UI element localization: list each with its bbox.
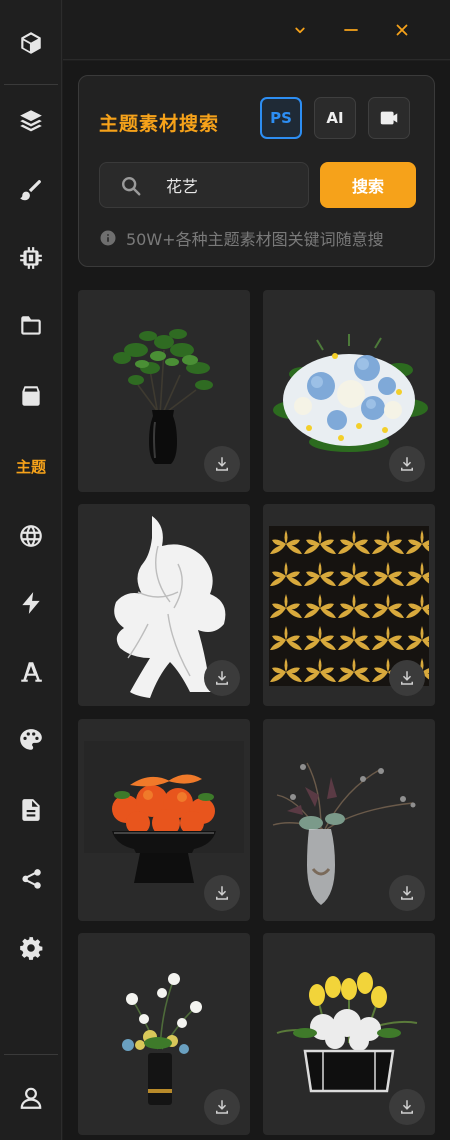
search-field[interactable] xyxy=(99,162,309,208)
download-icon xyxy=(216,886,228,900)
download-icon xyxy=(401,671,413,685)
folder-icon[interactable] xyxy=(0,306,62,346)
gear-icon[interactable] xyxy=(0,928,62,968)
search-panel: 主题素材搜索 PS AI 搜索 50W+各种主题素材图关键词随意搜 xyxy=(78,75,435,267)
panel-title: 主题素材搜索 xyxy=(99,113,220,135)
tag-ai-button[interactable]: AI xyxy=(314,97,356,139)
result-card[interactable] xyxy=(78,719,250,921)
download-icon xyxy=(401,886,413,900)
download-button[interactable] xyxy=(389,1089,425,1125)
download-icon xyxy=(401,457,413,471)
video-camera-icon xyxy=(380,111,398,125)
info-icon xyxy=(100,230,116,246)
sidebar-item-theme[interactable]: 主题 xyxy=(0,446,62,486)
user-icon[interactable] xyxy=(0,1078,62,1118)
download-icon xyxy=(216,457,228,471)
globe-icon[interactable] xyxy=(0,516,62,556)
search-icon xyxy=(122,177,141,196)
share-icon[interactable] xyxy=(0,860,62,900)
sidebar: 主题 xyxy=(0,0,62,1140)
minimize-icon[interactable] xyxy=(339,18,363,42)
tag-ps-button[interactable]: PS xyxy=(260,97,302,139)
download-button[interactable] xyxy=(389,446,425,482)
tag-video-button[interactable] xyxy=(368,97,410,139)
cube-icon[interactable] xyxy=(0,23,62,63)
bolt-icon[interactable] xyxy=(0,583,62,623)
font-icon[interactable] xyxy=(0,652,62,692)
download-button[interactable] xyxy=(204,660,240,696)
title-bar xyxy=(63,0,450,60)
chip-icon[interactable] xyxy=(0,238,62,278)
search-input[interactable] xyxy=(166,171,296,199)
sidebar-item-theme-label: 主题 xyxy=(15,457,46,476)
brush-icon[interactable] xyxy=(0,170,62,210)
result-card[interactable] xyxy=(263,504,435,706)
main-content: 主题素材搜索 PS AI 搜索 50W+各种主题素材图关键词随意搜 xyxy=(63,61,450,1140)
result-card[interactable] xyxy=(78,933,250,1135)
chevron-down-icon[interactable] xyxy=(288,18,312,42)
result-card[interactable] xyxy=(263,719,435,921)
close-icon[interactable] xyxy=(390,18,414,42)
download-button[interactable] xyxy=(204,1089,240,1125)
download-button[interactable] xyxy=(389,660,425,696)
search-hint: 50W+各种主题素材图关键词随意搜 xyxy=(99,226,384,250)
result-card[interactable] xyxy=(263,933,435,1135)
document-icon[interactable] xyxy=(0,790,62,830)
download-button[interactable] xyxy=(204,875,240,911)
search-button[interactable]: 搜索 xyxy=(320,162,416,208)
layers-icon[interactable] xyxy=(0,100,62,140)
download-button[interactable] xyxy=(389,875,425,911)
result-card[interactable] xyxy=(263,290,435,492)
download-icon xyxy=(401,1100,413,1114)
download-icon xyxy=(216,671,228,685)
palette-icon[interactable] xyxy=(0,720,62,760)
result-card[interactable] xyxy=(78,504,250,706)
box-icon[interactable] xyxy=(0,376,62,416)
download-icon xyxy=(216,1100,228,1114)
result-card[interactable] xyxy=(78,290,250,492)
search-hint-text: 50W+各种主题素材图关键词随意搜 xyxy=(126,230,384,249)
download-button[interactable] xyxy=(204,446,240,482)
